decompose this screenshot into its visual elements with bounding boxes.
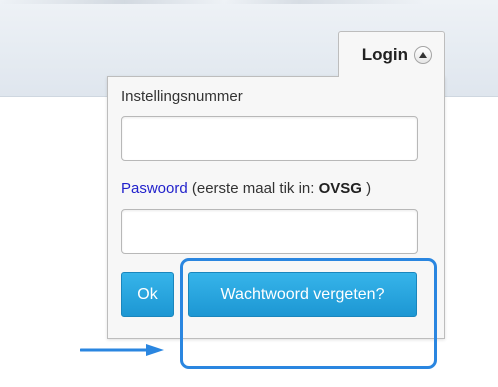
login-tab-label: Login xyxy=(361,44,408,64)
arrow-right-icon xyxy=(80,344,164,356)
password-label: Paswoord (eerste maal tik in: OVSG ) xyxy=(121,180,371,197)
password-link[interactable]: Paswoord xyxy=(121,180,188,197)
password-hint-suffix: ) xyxy=(361,180,372,197)
ok-button[interactable]: Ok xyxy=(121,272,174,317)
institution-number-label: Instellingsnummer xyxy=(121,88,243,105)
login-tab[interactable]: Login xyxy=(338,31,445,77)
password-hint-prefix: (eerste maal tik in: xyxy=(191,180,319,197)
header-fringe xyxy=(0,0,498,4)
tab-panel-joint xyxy=(339,75,444,78)
password-hint-code: OVSG xyxy=(318,180,362,197)
collapse-up-icon[interactable] xyxy=(414,45,432,64)
password-input[interactable] xyxy=(121,209,418,254)
forgot-password-button[interactable]: Wachtwoord vergeten? xyxy=(188,272,417,317)
page: Login Instellingsnummer Paswoord (eerste… xyxy=(0,0,498,387)
institution-number-input[interactable] xyxy=(121,116,418,161)
triangle-up-icon xyxy=(419,51,427,58)
